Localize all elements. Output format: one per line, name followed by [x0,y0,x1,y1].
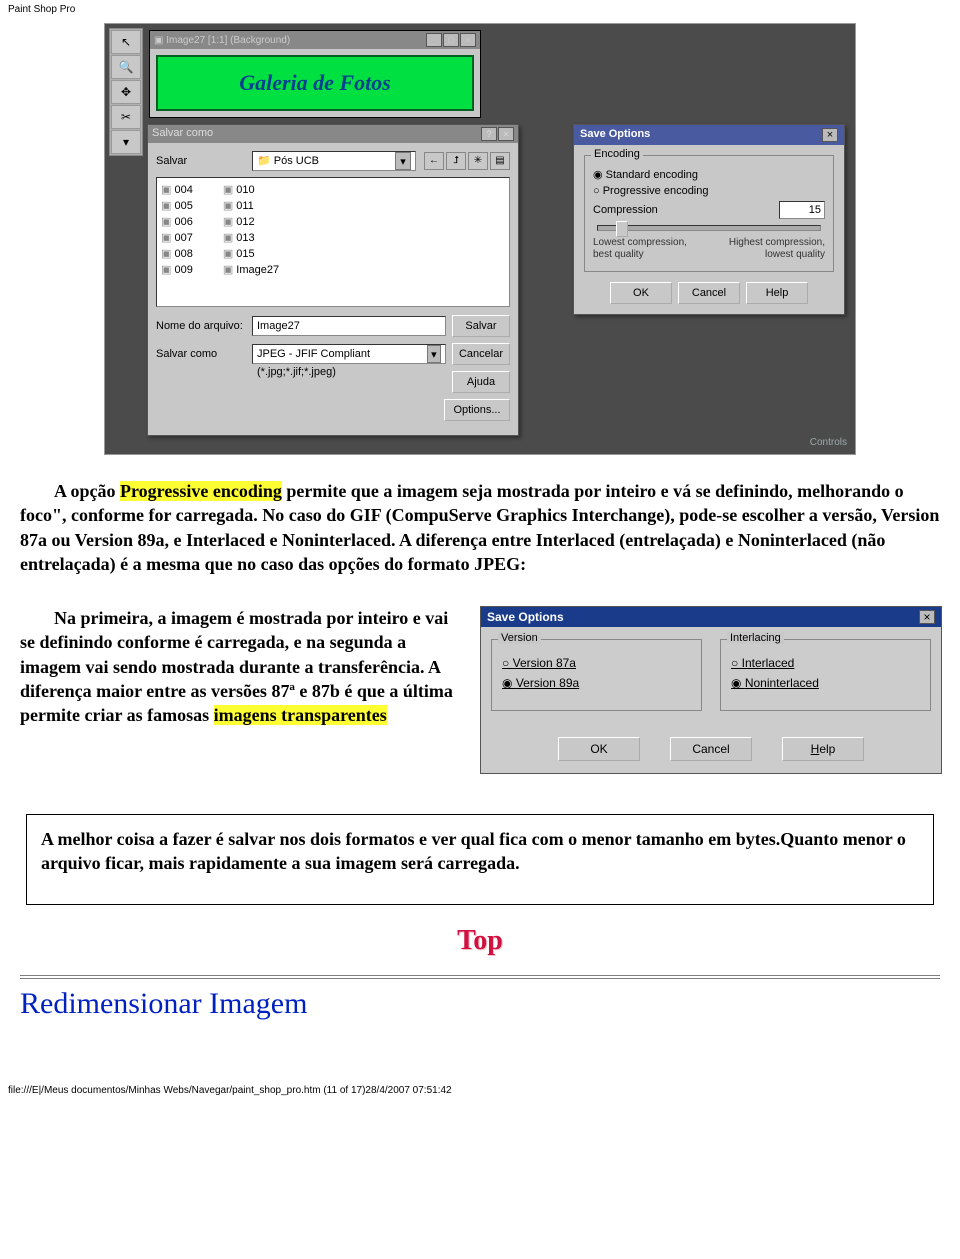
encoding-legend: Encoding [591,148,643,160]
savetype-label: Salvar como [156,348,246,360]
footer-path: file:///E|/Meus documentos/Minhas Webs/N… [0,1081,960,1102]
tool-palette: ↖ 🔍 ✥ ✂ ▾ [109,28,143,156]
save-button[interactable]: Salvar [452,315,510,337]
view-icon[interactable]: ▤ [490,152,510,170]
help-button[interactable]: Help [782,737,864,761]
cancel-button[interactable]: Cancelar [452,343,510,365]
up-icon[interactable]: ⮥ [446,152,466,170]
close-icon[interactable]: × [460,33,476,47]
file-item[interactable]: 013 [223,230,279,246]
version-89a-radio[interactable]: Version 89a [502,676,691,690]
tip-box: A melhor coisa a fazer é salvar nos dois… [26,814,934,905]
maximize-icon[interactable]: □ [443,33,459,47]
save-options-dialog: Save Options × Encoding Standard encodin… [573,124,845,315]
file-item[interactable]: 015 [223,246,279,262]
separator [20,975,940,979]
top-link[interactable]: Top [20,925,940,957]
high-comp-label-a: Highest compression, [729,237,825,248]
section-heading: Redimensionar Imagem [20,987,940,1021]
gif-save-options-dialog: Save Options × Version Version 87a Versi… [480,606,942,774]
file-item[interactable]: 008 [161,246,193,262]
minimize-icon[interactable]: _ [426,33,442,47]
help-icon[interactable]: ? [481,127,497,141]
crop-tool-icon[interactable]: ✂ [111,105,141,129]
arrow-tool-icon[interactable]: ↖ [111,30,141,54]
zoom-tool-icon[interactable]: 🔍 [111,55,141,79]
options-button[interactable]: Options... [444,399,510,421]
close-icon[interactable]: × [498,127,514,141]
noninterlaced-radio[interactable]: Noninterlaced [731,676,920,690]
file-item[interactable]: Image27 [223,262,279,278]
gif-options-title: Save Options [487,610,564,624]
file-item[interactable]: 006 [161,214,193,230]
cancel-button[interactable]: Cancel [678,282,740,304]
banner-image: Galeria de Fotos [156,55,474,111]
file-item[interactable]: 011 [223,198,279,214]
low-comp-label-b: best quality [593,249,644,260]
version-87a-radio[interactable]: Version 87a [502,656,691,670]
file-list[interactable]: 004 005 006 007 008 009 010 011 012 013 … [156,177,510,307]
save-in-combo[interactable]: 📁 Pós UCB▾ [252,151,416,171]
close-icon[interactable]: × [919,610,935,624]
save-as-dialog: Salvar como ?× Salvar 📁 Pós UCB▾ ←⮥✳▤ 00… [147,124,519,436]
file-item[interactable]: 009 [161,262,193,278]
top-text: Top [457,925,503,956]
filename-input[interactable]: Image27 [252,316,446,336]
close-icon[interactable]: × [822,128,838,142]
standard-encoding-radio[interactable]: Standard encoding [593,168,825,181]
para1-a: A opção [54,481,120,501]
interlacing-legend: Interlacing [727,632,784,644]
controls-label: Controls [810,437,847,448]
save-options-title: Save Options [580,128,650,142]
version-legend: Version [498,632,541,644]
file-item[interactable]: 005 [161,198,193,214]
page-header: Paint Shop Pro [0,0,960,23]
compression-label: Compression [593,204,658,216]
high-comp-label-b: lowest quality [765,249,825,260]
ok-button[interactable]: OK [610,282,672,304]
help-button[interactable]: Ajuda [452,371,510,393]
savetype-value: JPEG - JFIF Compliant (*.jpg;*.jif;*.jpe… [257,345,427,363]
compression-slider[interactable] [597,225,821,231]
progressive-encoding-radio[interactable]: Progressive encoding [593,185,825,197]
image-window-title: Image27 [1:1] (Background) [166,35,290,46]
compression-input[interactable]: 15 [779,201,825,219]
interlaced-radio[interactable]: Interlaced [731,656,920,670]
file-item[interactable]: 010 [223,182,279,198]
more-tool-icon[interactable]: ▾ [111,130,141,154]
ok-button[interactable]: OK [558,737,640,761]
paragraph-1: A opção Progressive encoding permite que… [20,479,940,576]
savetype-combo[interactable]: JPEG - JFIF Compliant (*.jpg;*.jif;*.jpe… [252,344,446,364]
file-item[interactable]: 004 [161,182,193,198]
highlight-progressive: Progressive encoding [120,481,282,501]
paragraph-2: Na primeira, a imagem é mostrada por int… [20,606,460,727]
low-comp-label-a: Lowest compression, [593,237,687,248]
psp-screenshot: ↖ 🔍 ✥ ✂ ▾ ▣ Image27 [1:1] (Background) _… [104,23,856,455]
image-window: ▣ Image27 [1:1] (Background) _□× Galeria… [149,30,481,118]
save-dialog-title: Salvar como [152,127,213,141]
highlight-transparent: imagens transparentes [214,705,387,725]
file-item[interactable]: 012 [223,214,279,230]
filename-label: Nome do arquivo: [156,320,246,332]
back-icon[interactable]: ← [424,152,444,170]
save-in-value: Pós UCB [274,155,319,167]
move-tool-icon[interactable]: ✥ [111,80,141,104]
newfolder-icon[interactable]: ✳ [468,152,488,170]
file-item[interactable]: 007 [161,230,193,246]
cancel-button[interactable]: Cancel [670,737,752,761]
nav-icons: ←⮥✳▤ [422,152,510,170]
save-in-label: Salvar [156,155,246,167]
help-button[interactable]: Help [746,282,808,304]
